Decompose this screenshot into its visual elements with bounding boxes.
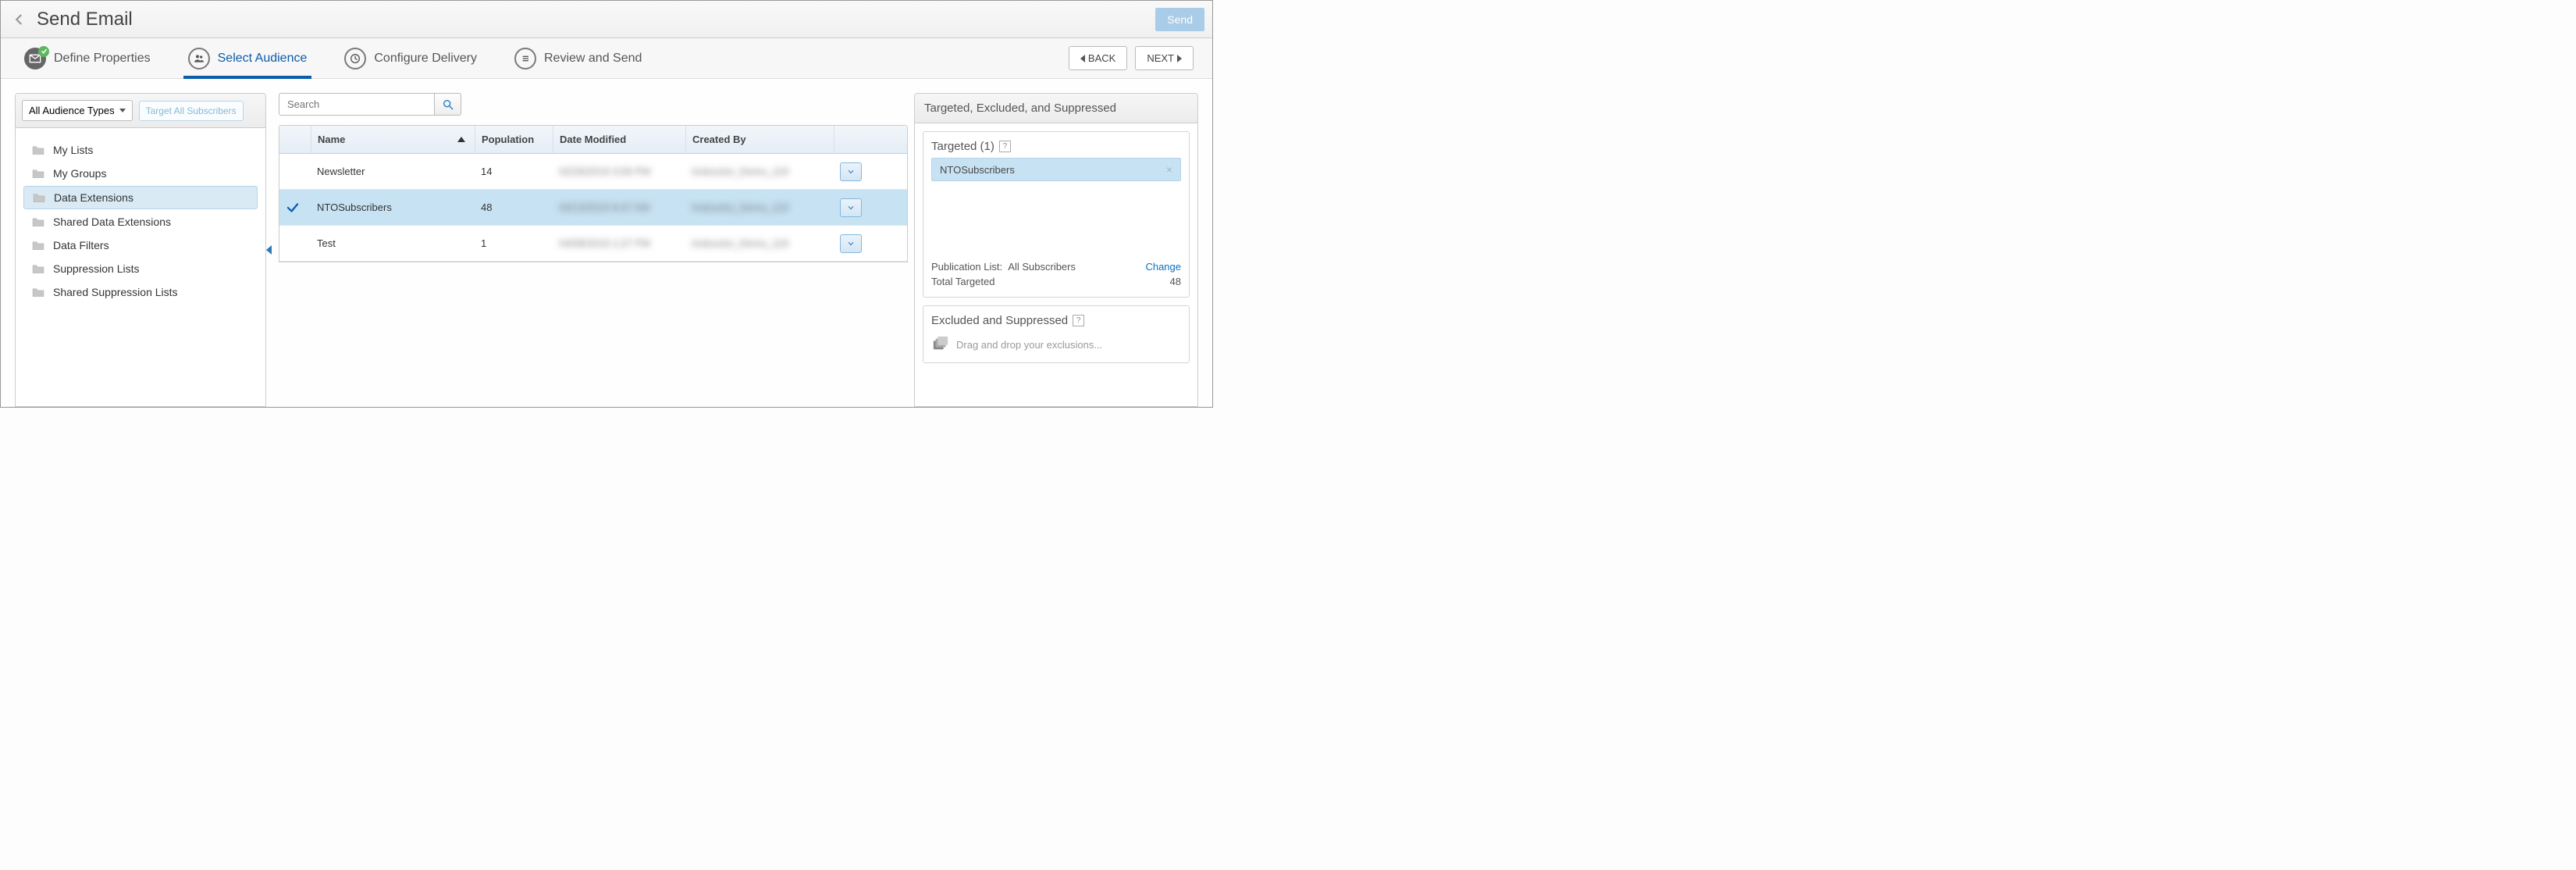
column-header-created-by[interactable]: Created By — [685, 126, 834, 153]
row-actions-dropdown[interactable] — [840, 198, 862, 217]
list-icon — [514, 48, 536, 70]
folder-icon — [31, 144, 45, 155]
clock-icon — [344, 48, 366, 70]
excluded-card: Excluded and Suppressed ? Drag and drop … — [923, 305, 1190, 363]
table-row[interactable]: NTOSubscribers4804/13/2019 8:47 AMInstru… — [279, 190, 907, 226]
publication-list-label: Publication List: — [931, 261, 1002, 273]
back-button[interactable]: BACK — [1069, 46, 1127, 70]
folder-label: My Groups — [53, 167, 106, 180]
cell-created-by: Instructor_Demo_119 — [685, 226, 834, 261]
search-icon — [442, 98, 454, 111]
folder-label: Data Filters — [53, 239, 109, 251]
triangle-left-icon — [266, 245, 272, 255]
targeted-card: Targeted (1) ? NTOSubscribers × Publicat… — [923, 131, 1190, 298]
cell-date-modified: 04/13/2019 8:47 AM — [553, 190, 685, 225]
row-selected-check-icon — [279, 190, 311, 225]
triangle-right-icon — [1177, 55, 1182, 62]
folder-label: Shared Data Extensions — [53, 216, 171, 228]
cell-date-modified: 02/26/2019 3:06 PM — [553, 154, 685, 189]
step-label: Review and Send — [544, 52, 642, 66]
audience-types-dropdown[interactable]: All Audience Types — [22, 100, 133, 121]
step-label: Select Audience — [218, 52, 308, 66]
step-review-and-send[interactable]: Review and Send — [510, 38, 646, 78]
remove-chip-icon[interactable]: × — [1166, 163, 1172, 176]
folder-icon — [31, 168, 45, 179]
page-title: Send Email — [37, 9, 133, 30]
folder-icon — [31, 287, 45, 298]
step-complete-check-icon — [38, 46, 49, 57]
step-select-audience[interactable]: Select Audience — [183, 38, 312, 78]
search-input[interactable] — [279, 93, 435, 116]
cell-created-by: Instructor_Demo_119 — [685, 154, 834, 189]
folder-label: Suppression Lists — [53, 262, 140, 275]
total-targeted-value: 48 — [1170, 276, 1181, 287]
chevron-down-icon — [846, 168, 856, 176]
step-label: Define Properties — [54, 52, 151, 66]
audience-sidebar: All Audience Types Target All Subscriber… — [15, 93, 266, 407]
folder-icon — [31, 263, 45, 274]
folder-item[interactable]: My Groups — [23, 162, 258, 184]
cell-population: 14 — [475, 154, 553, 189]
target-all-subscribers-button[interactable]: Target All Subscribers — [139, 101, 244, 121]
sort-ascending-icon — [457, 137, 465, 142]
cell-name: Test — [311, 226, 475, 261]
row-actions-dropdown[interactable] — [840, 162, 862, 181]
targeted-title: Targeted (1) — [931, 140, 994, 153]
cell-name: Newsletter — [311, 154, 475, 189]
table-row[interactable]: Newsletter1402/26/2019 3:06 PMInstructor… — [279, 154, 907, 190]
folder-label: My Lists — [53, 144, 93, 156]
folder-item[interactable]: Data Extensions — [23, 186, 258, 209]
chevron-down-icon — [846, 204, 856, 212]
cell-created-by: Instructor_Demo_119 — [685, 190, 834, 225]
data-extension-grid: Name Population Date Modified Created By… — [279, 125, 908, 262]
publication-list-value: All Subscribers — [1008, 261, 1076, 273]
caret-down-icon — [119, 109, 126, 112]
step-label: Configure Delivery — [374, 52, 477, 66]
row-selected-check-icon — [279, 226, 311, 261]
stack-icon — [931, 335, 950, 355]
row-selected-check-icon — [279, 154, 311, 189]
targeted-chip[interactable]: NTOSubscribers × — [931, 158, 1181, 181]
column-header-date-modified[interactable]: Date Modified — [553, 126, 685, 153]
folder-icon — [31, 216, 45, 227]
row-actions-dropdown[interactable] — [840, 234, 862, 253]
step-configure-delivery[interactable]: Configure Delivery — [340, 38, 482, 78]
next-button[interactable]: NEXT — [1135, 46, 1194, 70]
change-publication-link[interactable]: Change — [1145, 261, 1181, 273]
column-header-name[interactable]: Name — [311, 126, 475, 153]
total-targeted-label: Total Targeted — [931, 276, 994, 287]
audience-icon — [188, 48, 210, 70]
help-icon[interactable]: ? — [1073, 315, 1084, 326]
folder-label: Shared Suppression Lists — [53, 286, 178, 298]
back-chevron-icon[interactable] — [9, 9, 30, 30]
excluded-title: Excluded and Suppressed — [931, 314, 1068, 327]
folder-item[interactable]: Data Filters — [23, 234, 258, 256]
folder-icon — [32, 192, 46, 203]
right-panel-title: Targeted, Excluded, and Suppressed — [915, 94, 1197, 123]
search-button[interactable] — [435, 93, 461, 116]
column-header-population[interactable]: Population — [475, 126, 553, 153]
help-icon[interactable]: ? — [999, 141, 1011, 152]
table-row[interactable]: Test104/08/2019 1:27 PMInstructor_Demo_1… — [279, 226, 907, 262]
exclusions-drop-zone[interactable]: Drag and drop your exclusions... — [931, 332, 1181, 355]
folder-item[interactable]: Suppression Lists — [23, 258, 258, 280]
folder-icon — [31, 240, 45, 251]
folder-item[interactable]: My Lists — [23, 139, 258, 161]
panel-collapse-handle[interactable] — [266, 93, 276, 407]
send-button[interactable]: Send — [1155, 8, 1204, 31]
cell-population: 48 — [475, 190, 553, 225]
step-define-properties[interactable]: Define Properties — [20, 38, 155, 78]
folder-item[interactable]: Shared Suppression Lists — [23, 281, 258, 303]
triangle-left-icon — [1080, 55, 1085, 62]
cell-name: NTOSubscribers — [311, 190, 475, 225]
chevron-down-icon — [846, 240, 856, 248]
folder-item[interactable]: Shared Data Extensions — [23, 211, 258, 233]
targeted-panel: Targeted, Excluded, and Suppressed Targe… — [914, 93, 1198, 407]
envelope-icon — [24, 48, 46, 70]
cell-date-modified: 04/08/2019 1:27 PM — [553, 226, 685, 261]
folder-label: Data Extensions — [54, 191, 133, 204]
cell-population: 1 — [475, 226, 553, 261]
